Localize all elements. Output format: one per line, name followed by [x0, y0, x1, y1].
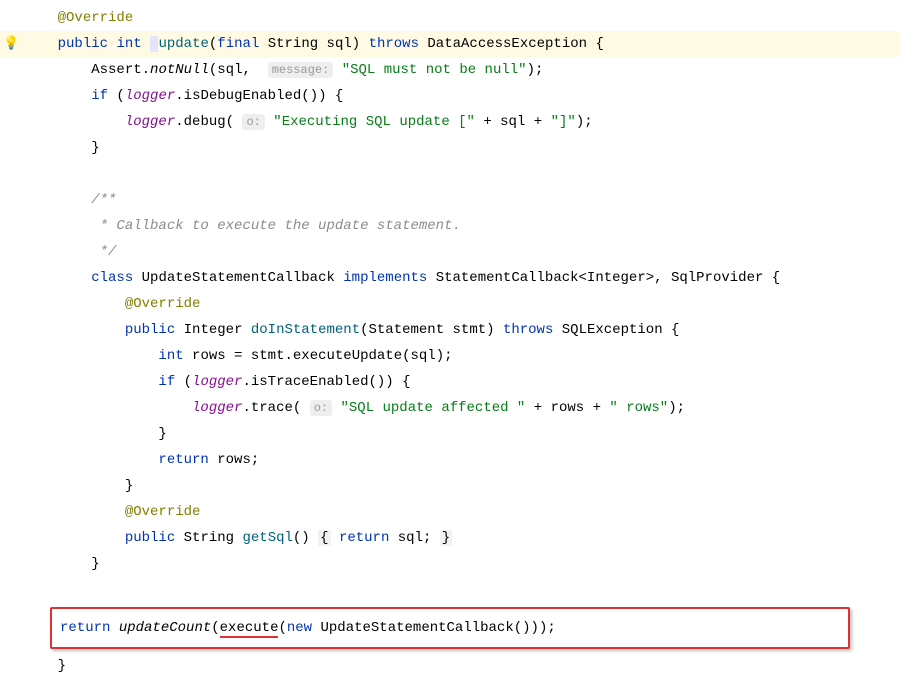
comment-line[interactable]: */: [0, 239, 900, 265]
comment-line[interactable]: * Callback to execute the update stateme…: [0, 213, 900, 239]
method-signature-line[interactable]: 💡 public int update(final String sql) th…: [0, 31, 900, 57]
code-line[interactable]: public String getSql() { return sql; }: [0, 525, 900, 551]
param-hint: message:: [268, 62, 334, 78]
code-line[interactable]: }: [0, 421, 900, 447]
code-line[interactable]: @Override: [0, 291, 900, 317]
code-line[interactable]: Assert.notNull(sql, message: "SQL must n…: [0, 57, 900, 83]
highlighted-return-box: return updateCount(execute(new UpdateSta…: [50, 607, 850, 649]
code-line[interactable]: if (logger.isTraceEnabled()) {: [0, 369, 900, 395]
intention-bulb-icon[interactable]: 💡: [3, 31, 19, 57]
code-line[interactable]: }: [0, 135, 900, 161]
code-line[interactable]: int rows = stmt.executeUpdate(sql);: [0, 343, 900, 369]
comment-line[interactable]: /**: [0, 187, 900, 213]
code-line[interactable]: logger.trace( o: "SQL update affected " …: [0, 395, 900, 421]
code-line[interactable]: class UpdateStatementCallback implements…: [0, 265, 900, 291]
blank-line[interactable]: [0, 577, 900, 603]
param-hint: o:: [242, 114, 264, 130]
code-editor[interactable]: @Override 💡 public int update(final Stri…: [0, 0, 900, 684]
code-line[interactable]: return rows;: [0, 447, 900, 473]
code-line[interactable]: }: [0, 551, 900, 577]
code-line[interactable]: @Override: [0, 499, 900, 525]
code-line[interactable]: }: [0, 653, 900, 679]
code-line[interactable]: }: [0, 473, 900, 499]
annotation-override: @Override: [58, 10, 134, 26]
code-line[interactable]: @Override: [0, 5, 900, 31]
param-hint: o:: [310, 400, 332, 416]
code-line[interactable]: if (logger.isDebugEnabled()) {: [0, 83, 900, 109]
underlined-execute: execute: [220, 620, 279, 638]
code-line[interactable]: return updateCount(execute(new UpdateSta…: [52, 615, 848, 641]
code-line[interactable]: logger.debug( o: "Executing SQL update […: [0, 109, 900, 135]
blank-line[interactable]: [0, 161, 900, 187]
code-line[interactable]: public Integer doInStatement(Statement s…: [0, 317, 900, 343]
